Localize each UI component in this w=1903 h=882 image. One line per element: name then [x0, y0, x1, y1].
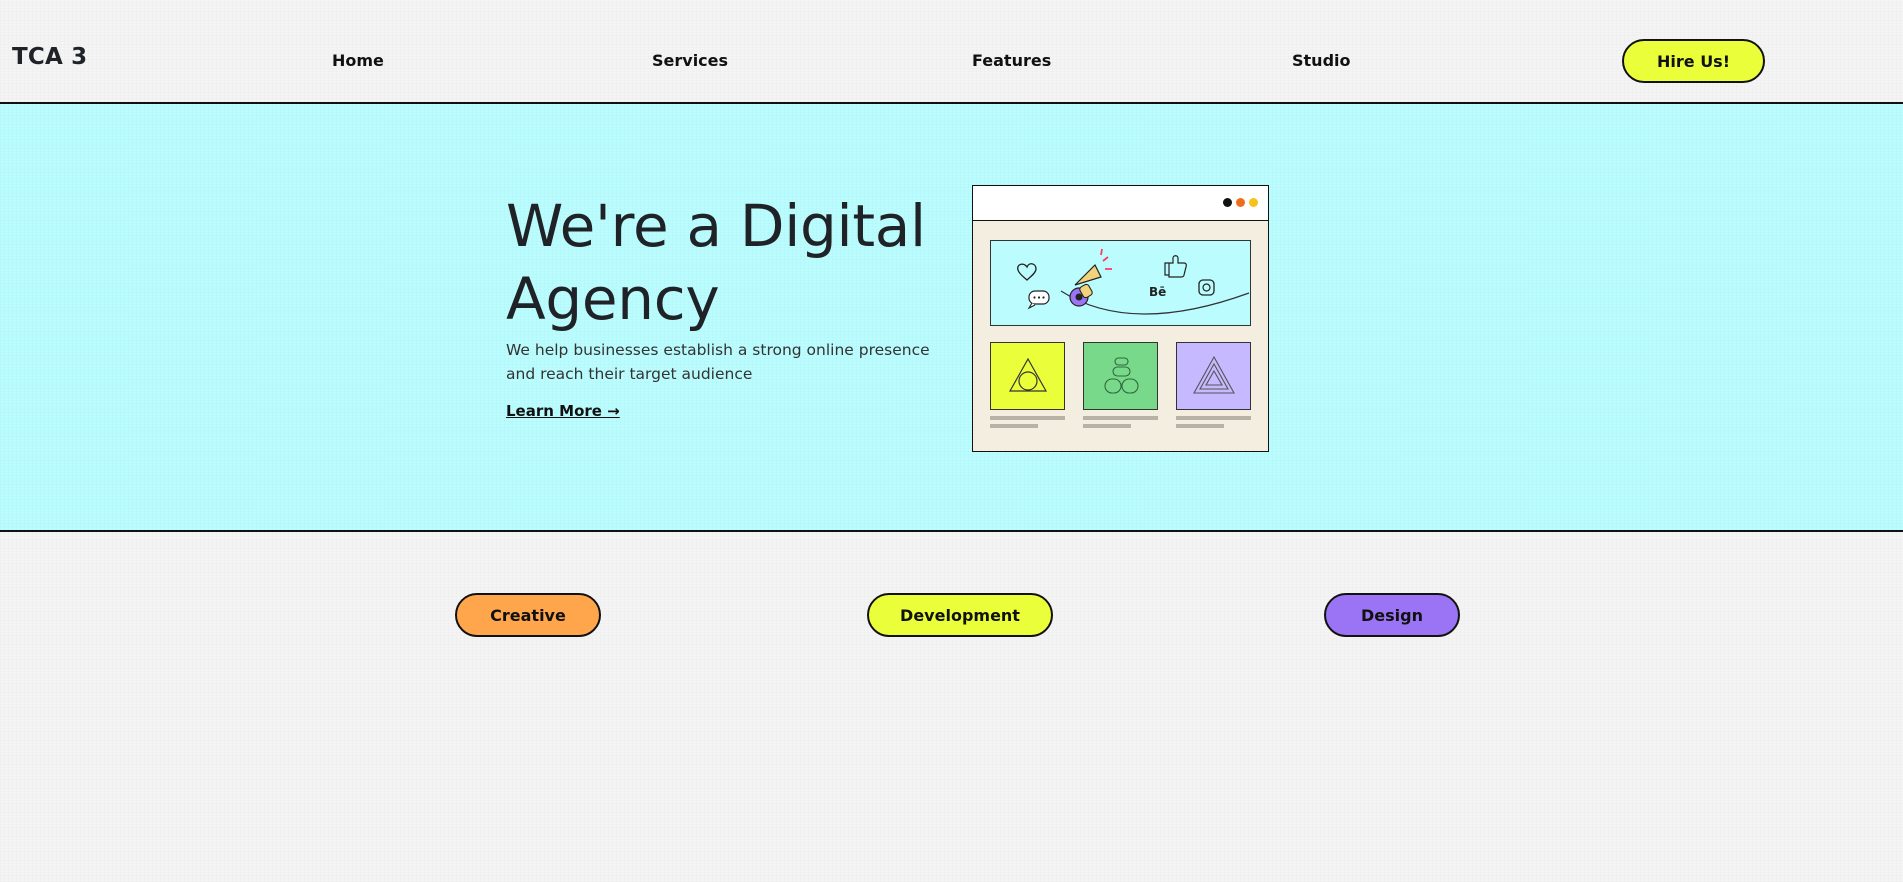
- hero-illustration: Bē: [972, 185, 1269, 452]
- stacked-stones-icon: [1104, 357, 1139, 394]
- nav-item-studio[interactable]: Studio: [1292, 51, 1351, 70]
- category-design-button[interactable]: Design: [1324, 593, 1460, 637]
- social-banner-graphic: Bē: [1017, 248, 1250, 315]
- nav-item-services[interactable]: Services: [652, 51, 728, 70]
- site-header: TCA 3 Home Services Features Studio Hire…: [0, 0, 1903, 104]
- browser-window-bar: [973, 186, 1268, 221]
- placeholder-line: [1176, 424, 1224, 428]
- nav-item-home[interactable]: Home: [332, 51, 384, 70]
- hero-description: We help businesses establish a strong on…: [506, 341, 930, 383]
- heart-icon: [1017, 263, 1037, 281]
- placeholder-line: [990, 416, 1065, 420]
- site-logo[interactable]: TCA 3: [12, 44, 87, 70]
- window-dot-yellow: [1249, 198, 1258, 207]
- placeholder-line: [1083, 424, 1131, 428]
- thumbs-up-icon: [1164, 255, 1187, 278]
- social-media-banner: Bē: [990, 240, 1251, 326]
- megaphone-icon: [1069, 248, 1112, 307]
- placeholder-line: [990, 424, 1038, 428]
- behance-icon: Bē: [1149, 285, 1166, 299]
- chat-bubble-icon: [1027, 290, 1050, 310]
- portfolio-tile-purple: [1176, 342, 1251, 410]
- portfolio-tile-yellow: [990, 342, 1065, 410]
- triangle-circle-icon: [1008, 357, 1048, 392]
- nav-item-features[interactable]: Features: [972, 51, 1051, 70]
- category-development-button[interactable]: Development: [867, 593, 1053, 637]
- placeholder-line: [1176, 416, 1251, 420]
- instagram-icon: [1198, 279, 1215, 296]
- category-creative-button[interactable]: Creative: [455, 593, 601, 637]
- hero-section: We're a Digital Agency We help businesse…: [0, 104, 1903, 532]
- learn-more-link[interactable]: Learn More →: [506, 402, 620, 420]
- hire-us-button[interactable]: Hire Us!: [1622, 39, 1765, 83]
- window-dot-black: [1223, 198, 1232, 207]
- hero-title: We're a Digital Agency: [506, 192, 926, 333]
- placeholder-line: [1083, 416, 1158, 420]
- nested-triangles-icon: [1193, 355, 1235, 394]
- portfolio-tile-green: [1083, 342, 1158, 410]
- window-dot-orange: [1236, 198, 1245, 207]
